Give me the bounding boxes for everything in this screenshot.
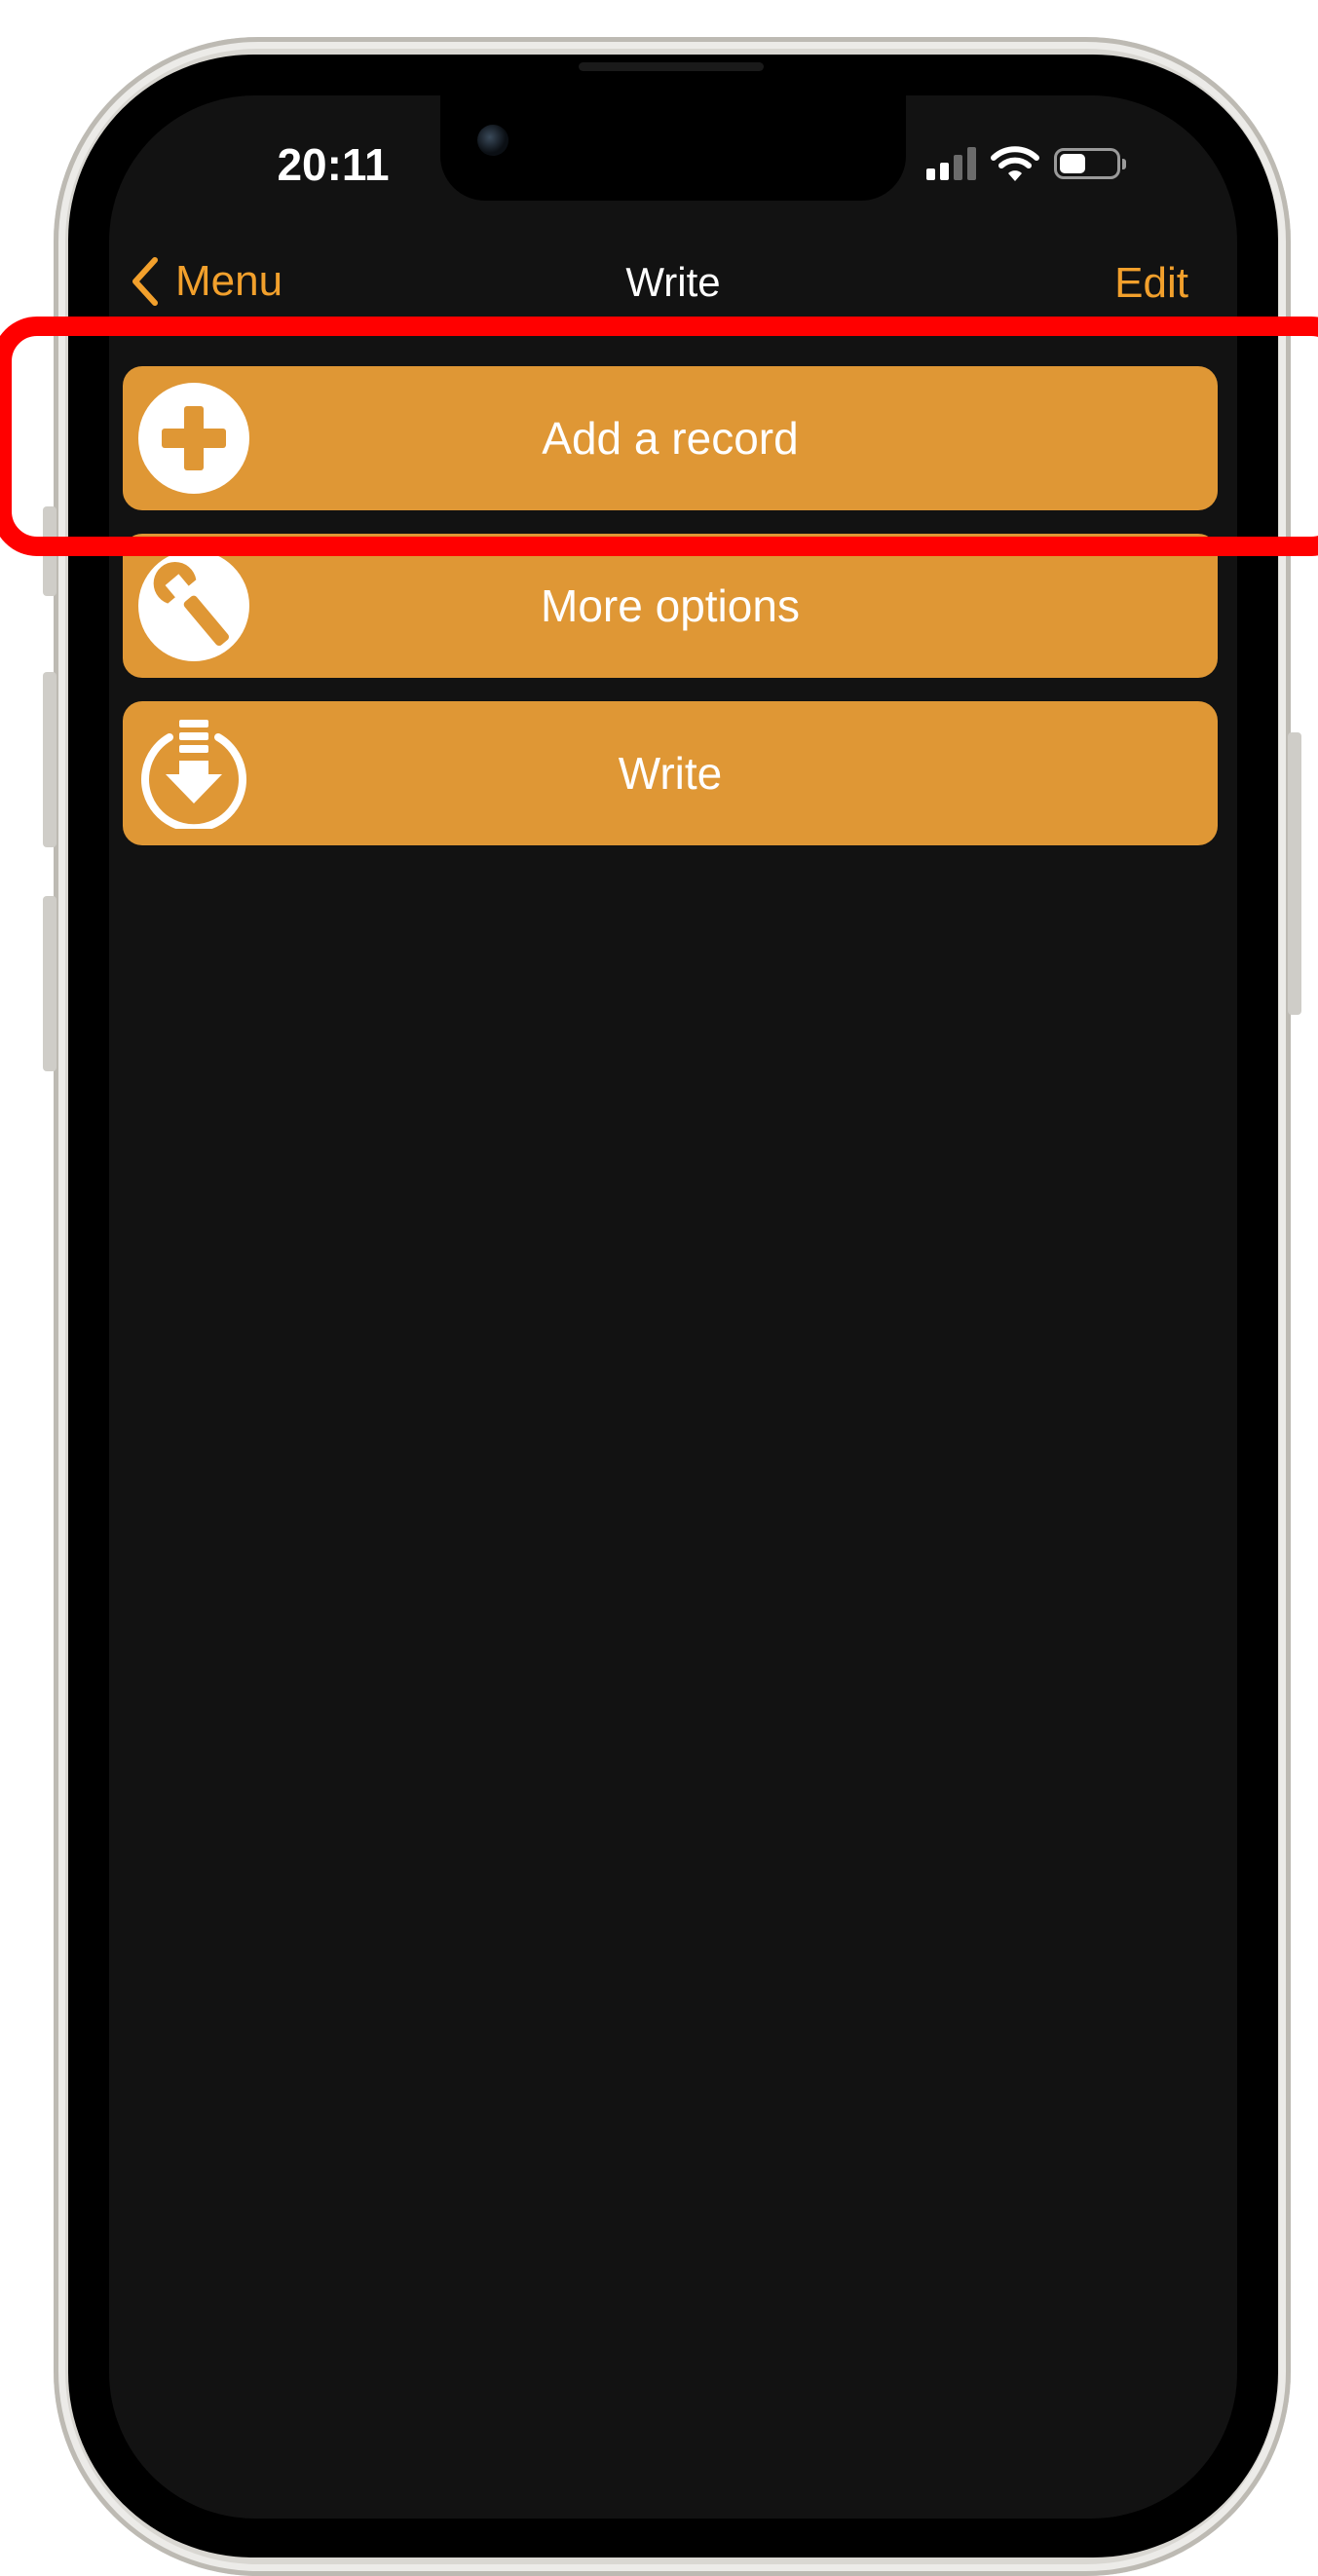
edit-button[interactable]: Edit [1114, 259, 1188, 308]
more-options-button[interactable]: More options [123, 534, 1218, 678]
write-label: Write [618, 748, 723, 799]
page-title: Write [625, 259, 721, 305]
side-button-left-1 [43, 506, 56, 596]
wifi-icon [991, 146, 1039, 181]
camera-icon [477, 125, 508, 156]
add-record-label: Add a record [542, 413, 799, 464]
side-button-right [1288, 732, 1301, 1015]
screen: 20:11 Menu Write Edit Add a record More … [109, 95, 1237, 2519]
write-button[interactable]: Write [123, 701, 1218, 845]
cellular-signal-icon [926, 147, 976, 180]
notch [440, 95, 906, 201]
more-options-label: More options [541, 580, 800, 631]
speaker-grille [579, 62, 764, 71]
add-record-button[interactable]: Add a record [123, 366, 1218, 510]
status-icons [926, 142, 1126, 185]
battery-icon [1054, 148, 1126, 179]
side-button-left-3 [43, 896, 56, 1071]
side-button-left-2 [43, 672, 56, 847]
status-time: 20:11 [277, 139, 390, 190]
